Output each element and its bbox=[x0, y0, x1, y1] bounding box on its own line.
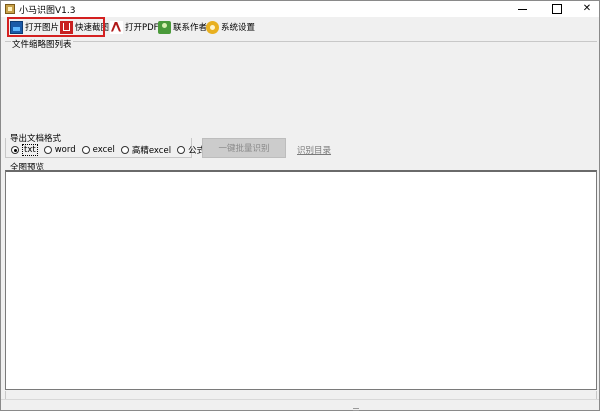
radio-formula[interactable]: 公式 bbox=[177, 144, 205, 156]
radio-button[interactable] bbox=[81, 146, 90, 154]
radio-hq-excel[interactable]: 高精excel bbox=[120, 144, 172, 156]
app-window: 小马识图V1.3 打开图片 快速截图 打开PDF 联系作者 系统设置 文件缩略图… bbox=[0, 0, 600, 411]
close-button[interactable] bbox=[566, 1, 600, 17]
batch-recognize-button[interactable]: 一键批量识别 bbox=[202, 138, 286, 158]
radio-label: word bbox=[54, 145, 76, 155]
radio-excel[interactable]: excel bbox=[81, 145, 115, 155]
recognition-directory-link[interactable]: 识别目录 bbox=[297, 144, 331, 156]
full-image-preview[interactable] bbox=[5, 170, 597, 390]
radio-label: txt bbox=[22, 144, 38, 156]
radio-txt[interactable]: txt bbox=[11, 144, 38, 156]
open-pdf-button[interactable]: 打开PDF bbox=[108, 18, 161, 36]
radio-word[interactable]: word bbox=[43, 145, 76, 155]
radio-label: excel bbox=[92, 145, 115, 155]
settings-icon bbox=[206, 20, 219, 34]
radio-button[interactable] bbox=[11, 146, 19, 154]
thumbnail-list[interactable] bbox=[5, 41, 597, 133]
horizontal-scrollbar[interactable] bbox=[5, 391, 597, 399]
open-pdf-label: 打开PDF bbox=[125, 23, 159, 33]
system-settings-label: 系统设置 bbox=[221, 23, 256, 33]
export-format-label: 导出文档格式 bbox=[9, 132, 63, 144]
radio-button[interactable] bbox=[43, 146, 52, 154]
radio-button[interactable] bbox=[120, 146, 129, 154]
contact-icon bbox=[158, 20, 171, 34]
export-format-options: txt word excel 高精excel 公式 bbox=[11, 144, 211, 156]
app-icon bbox=[5, 4, 15, 14]
title-bar: 小马识图V1.3 bbox=[1, 1, 599, 17]
highlight-box bbox=[7, 17, 105, 37]
window-title: 小马识图V1.3 bbox=[19, 6, 76, 16]
thumbnail-list-label: 文件缩略图列表 bbox=[11, 38, 73, 50]
radio-button[interactable] bbox=[177, 146, 186, 154]
contact-author-label: 联系作者 bbox=[173, 23, 208, 33]
contact-author-button[interactable]: 联系作者 bbox=[156, 18, 209, 36]
radio-label: 高精excel bbox=[131, 146, 172, 156]
system-settings-button[interactable]: 系统设置 bbox=[204, 18, 257, 36]
pdf-icon bbox=[110, 20, 123, 34]
status-bar bbox=[1, 399, 599, 410]
